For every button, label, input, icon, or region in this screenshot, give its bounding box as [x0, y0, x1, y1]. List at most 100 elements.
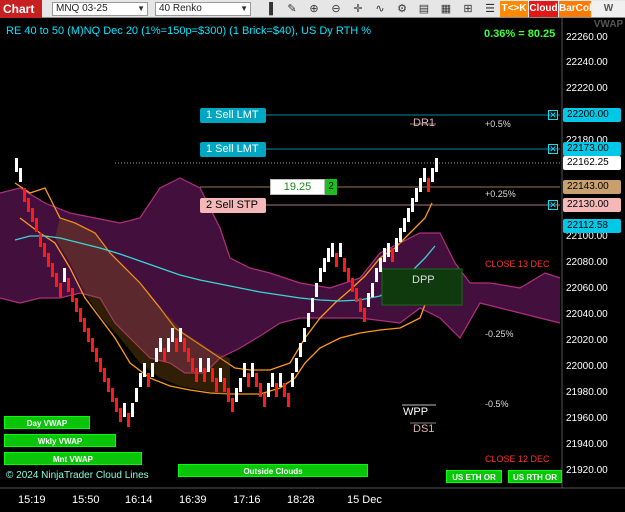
renko-brick — [363, 308, 366, 322]
renko-brick — [99, 358, 102, 372]
renko-brick — [183, 338, 186, 352]
renko-brick — [331, 243, 334, 257]
renko-brick — [91, 338, 94, 352]
us-eth-or-button[interactable]: US ETH OR — [446, 470, 502, 483]
price-tick: 21940.00 — [566, 439, 608, 450]
chart-tab[interactable]: Chart — [0, 0, 42, 18]
order-price-tag[interactable]: 22173.00 — [563, 142, 621, 156]
us-rth-or-button[interactable]: US RTH OR — [508, 470, 562, 483]
strategies-icon[interactable]: ⚙ — [395, 2, 409, 16]
price-tick: 22260.00 — [566, 32, 608, 43]
renko-brick — [315, 283, 318, 297]
renko-brick — [403, 218, 406, 232]
renko-brick — [239, 378, 242, 392]
renko-brick — [247, 373, 250, 387]
bar-type-selector[interactable]: 40 Renko ▼ — [155, 2, 251, 16]
renko-brick — [371, 283, 374, 297]
renko-brick — [275, 383, 278, 397]
order-label[interactable]: 1 Sell LMT — [200, 142, 266, 157]
properties-icon[interactable]: ☰ — [483, 2, 497, 16]
renko-brick — [399, 228, 402, 242]
renko-brick — [103, 368, 106, 382]
crosshair-icon[interactable]: ✛ — [351, 2, 365, 16]
order-price-tag[interactable]: 22200.00 — [563, 108, 621, 122]
cloud-button[interactable]: Cloud — [529, 1, 558, 17]
cancel-order-icon[interactable]: ✕ — [548, 110, 558, 120]
renko-brick — [255, 373, 258, 387]
time-tick: 18:28 — [287, 494, 315, 506]
price-tick: 22240.00 — [566, 57, 608, 68]
renko-brick — [187, 348, 190, 362]
order-label[interactable]: 2 Sell STP — [200, 198, 266, 213]
barcol-button[interactable]: BarCol — [559, 1, 592, 17]
renko-brick — [15, 158, 18, 172]
renko-brick — [283, 383, 286, 397]
chart-trader-icon[interactable]: ▦ — [439, 2, 453, 16]
renko-brick — [287, 393, 290, 407]
zoom-out-icon[interactable]: ⊖ — [329, 2, 343, 16]
renko-brick — [47, 253, 50, 267]
renko-brick — [303, 328, 306, 342]
renko-brick — [167, 338, 170, 352]
wkly-vwap-button[interactable]: Wkly VWAP — [4, 434, 116, 447]
renko-brick — [431, 168, 434, 182]
tk-button[interactable]: T<>K — [500, 1, 528, 17]
renko-brick — [119, 408, 122, 422]
renko-brick — [383, 248, 386, 262]
renko-brick — [155, 348, 158, 362]
renko-brick — [203, 368, 206, 382]
renko-brick — [359, 298, 362, 312]
renko-brick — [191, 358, 194, 372]
renko-brick — [263, 393, 266, 407]
price-tick: 22020.00 — [566, 335, 608, 346]
renko-brick — [171, 328, 174, 342]
renko-brick — [123, 403, 126, 417]
renko-brick — [355, 288, 358, 302]
indicators-icon[interactable]: ∿ — [373, 2, 387, 16]
renko-brick — [179, 328, 182, 342]
instrument-selector[interactable]: MNQ 03-25 ▼ — [52, 2, 148, 16]
vwap-button[interactable]: W VWAP — [592, 1, 625, 30]
price-tick: 21980.00 — [566, 387, 608, 398]
renko-brick — [83, 318, 86, 332]
renko-brick — [379, 258, 382, 272]
plus-025-label: +0.25% — [485, 189, 516, 199]
order-price-tag[interactable]: 22130.00 — [563, 198, 621, 212]
zoom-in-icon[interactable]: ⊕ — [307, 2, 321, 16]
templates-icon[interactable]: ▤ — [417, 2, 431, 16]
pnl-display: 0.36% = 80.25 — [484, 28, 556, 40]
chevron-down-icon: ▼ — [240, 4, 248, 13]
outside-clouds-button[interactable]: Outside Clouds — [178, 464, 368, 477]
renko-brick — [223, 378, 226, 392]
renko-brick — [395, 238, 398, 252]
renko-brick — [235, 388, 238, 402]
cancel-order-icon[interactable]: ✕ — [548, 144, 558, 154]
dr1-label: DR1 — [413, 117, 436, 129]
data-box-icon[interactable]: ⊞ — [461, 2, 475, 16]
position-pnl-box[interactable]: 19.25 — [270, 179, 325, 195]
price-tick: 21920.00 — [566, 465, 608, 476]
mnt-vwap-button[interactable]: Mnt VWAP — [4, 452, 142, 465]
instrument-label: MNQ 03-25 — [56, 3, 108, 14]
renko-brick — [435, 158, 438, 172]
chart-panel[interactable]: RE 40 to 50 (M)NQ Dec 20 (1%=150p=$300) … — [0, 18, 625, 512]
price-tick: 22220.00 — [566, 83, 608, 94]
renko-brick — [207, 358, 210, 372]
renko-brick — [367, 293, 370, 307]
renko-brick — [219, 368, 222, 382]
order-label[interactable]: 1 Sell LMT — [200, 108, 266, 123]
renko-brick — [31, 208, 34, 222]
day-vwap-button[interactable]: Day VWAP — [4, 416, 90, 429]
renko-brick — [407, 208, 410, 222]
dpp-label: DPP — [412, 274, 435, 286]
draw-line-icon[interactable]: ✎ — [285, 2, 299, 16]
renko-brick — [135, 388, 138, 402]
cancel-order-icon[interactable]: ✕ — [548, 200, 558, 210]
renko-brick — [291, 373, 294, 387]
bar-style-icon[interactable]: ▐ — [262, 2, 276, 16]
ds1-label: DS1 — [413, 423, 435, 435]
renko-brick — [151, 363, 154, 377]
close-13-label: CLOSE 13 DEC — [485, 259, 550, 269]
renko-brick — [143, 363, 146, 377]
position-qty-box[interactable]: 2 — [325, 179, 337, 195]
